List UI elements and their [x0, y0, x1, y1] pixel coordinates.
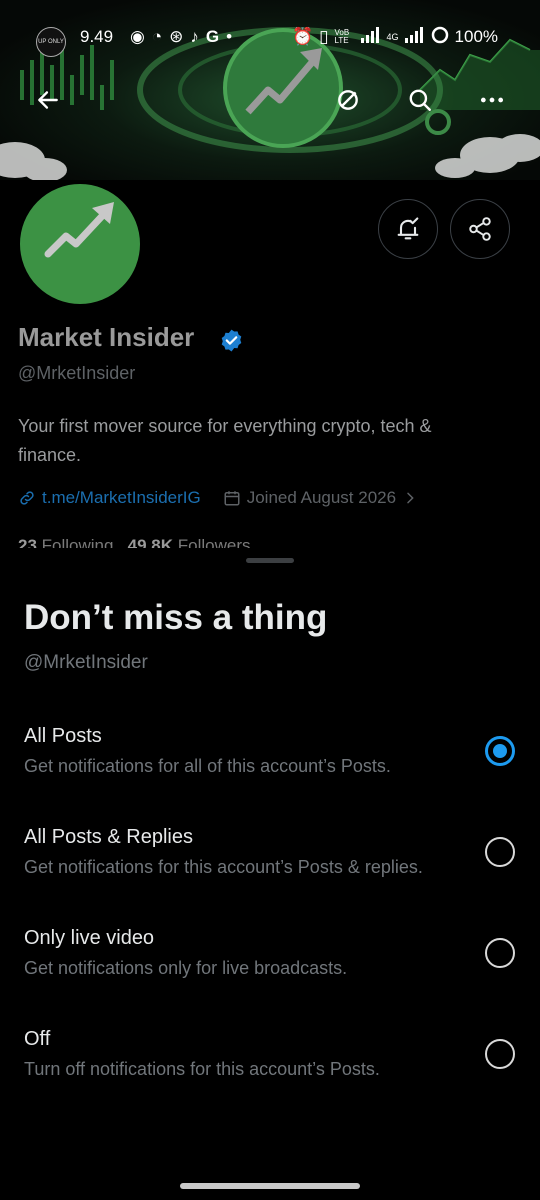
share-icon [469, 217, 491, 241]
profile-avatar[interactable] [18, 182, 142, 306]
notification-bell-button[interactable] [378, 199, 438, 259]
network-type: 4G [386, 32, 399, 42]
profile-handle: @MrketInsider [18, 363, 136, 383]
status-time: 9.49 [80, 27, 114, 46]
system-icons: ⏰ ▯ VoB LTE 4G 100% [292, 26, 498, 48]
gesture-home-bar[interactable] [180, 1183, 360, 1189]
google-icon: G [205, 27, 220, 46]
sheet-drag-handle[interactable] [246, 558, 294, 563]
trending-up-logo-icon [44, 202, 114, 258]
more-horizontal-icon [480, 97, 504, 103]
option-description: Get notifications only for live broadcas… [24, 958, 348, 978]
alarm-icon: ⏰ [292, 27, 314, 46]
up-only-logo: UP ONLY [36, 27, 66, 57]
profile-display-name: Market Insider [18, 322, 195, 352]
verified-badge-icon [219, 328, 244, 358]
calendar-icon [224, 491, 240, 506]
radio-off[interactable] [485, 1039, 515, 1069]
option-title: All Posts & Replies [24, 826, 193, 848]
back-button[interactable] [26, 78, 70, 122]
battery-icon [431, 26, 449, 49]
share-button[interactable] [450, 199, 510, 259]
battery-level: 100% [454, 27, 499, 46]
chevron-right-icon[interactable] [402, 490, 418, 506]
whatsapp-icon: ◉ [130, 27, 145, 46]
profile-bio: Your first mover source for everything c… [18, 416, 432, 465]
option-description: Get notifications for this account’s Pos… [24, 857, 423, 877]
profile-meta: t.me/MarketInsiderIG Joined August 2026 [18, 488, 418, 508]
radio-all-posts-replies[interactable] [485, 837, 515, 867]
grok-button[interactable] [326, 78, 370, 122]
back-arrow-icon [38, 91, 58, 109]
more-notifications-icon: • [226, 27, 233, 46]
more-options-button[interactable] [470, 78, 514, 122]
profile-link[interactable]: t.me/MarketInsiderIG [42, 488, 201, 508]
radio-only-live-video[interactable] [485, 938, 515, 968]
sheet-title: Don’t miss a thing [24, 598, 328, 637]
option-title: Only live video [24, 927, 155, 949]
search-button[interactable] [398, 78, 442, 122]
option-title: Off [24, 1028, 51, 1050]
signal-icon-2 [404, 26, 425, 48]
search-icon [409, 89, 431, 111]
app-icon: ⊛ [169, 27, 184, 46]
notification-icons: ◉ ◔ ⊛ ♪ G • [130, 26, 232, 48]
tiktok-icon: ♪ [190, 27, 199, 46]
volte-icon: VoB LTE [334, 28, 350, 45]
bell-check-icon [397, 217, 419, 240]
messenger-icon: ◔ [151, 27, 163, 46]
radio-all-posts[interactable] [485, 736, 515, 766]
up-only-text: UP ONLY [38, 38, 64, 45]
option-description: Turn off notifications for this account’… [24, 1059, 380, 1079]
joined-date: Joined August 2026 [246, 488, 397, 507]
option-description: Get notifications for all of this accoun… [24, 756, 391, 776]
vibrate-icon: ▯ [319, 27, 329, 46]
link-icon [20, 491, 34, 505]
option-title: All Posts [24, 725, 102, 747]
sheet-handle: @MrketInsider [24, 652, 148, 673]
grok-icon [338, 90, 358, 110]
profile-banner[interactable]: UP ONLY 9.49 ◉ ◔ ⊛ ♪ G • ⏰ ▯ VoB LTE 4G … [0, 0, 540, 180]
signal-icon [360, 26, 381, 48]
